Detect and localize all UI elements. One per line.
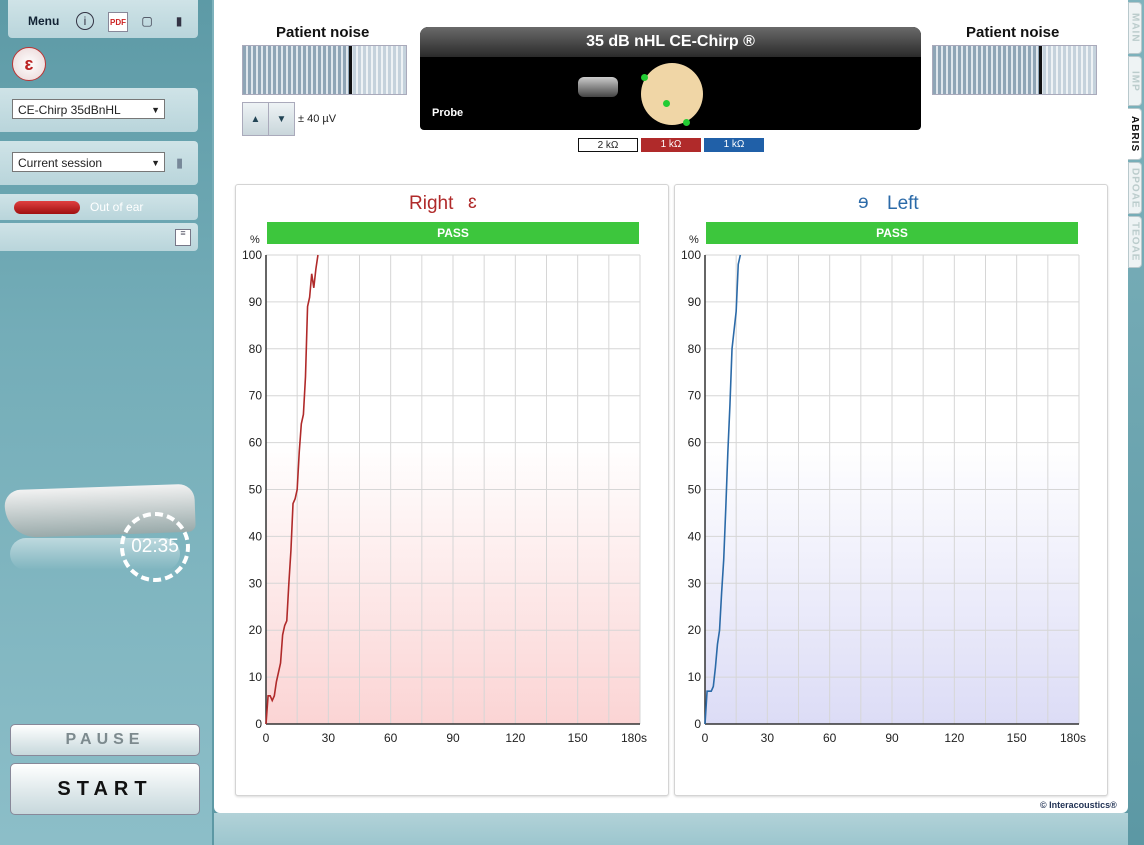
x-tick-label: 150: [568, 731, 588, 745]
x-tick-label: 30: [761, 731, 775, 745]
noise-down-button[interactable]: ▼: [268, 102, 295, 136]
pause-button[interactable]: PAUSE: [10, 724, 200, 756]
y-tick-label: 0: [255, 717, 262, 731]
x-tick-label: 0: [263, 731, 270, 745]
tab-main[interactable]: MAIN: [1128, 2, 1142, 54]
y-tick-label: 80: [249, 342, 263, 356]
impedance-black: 2 kΩ: [578, 138, 638, 152]
plug-icon[interactable]: ▮: [176, 155, 183, 171]
session-select-value: Current session: [18, 156, 103, 170]
probe-status-panel: 35 dB nHL CE-Chirp ® Probe: [420, 27, 921, 130]
y-tick-label: 60: [249, 436, 263, 450]
y-tick-label: 90: [249, 295, 263, 309]
y-axis-unit: %: [250, 234, 260, 246]
x-tick-label: 150: [1007, 731, 1027, 745]
x-tick-label: 60: [384, 731, 398, 745]
session-select[interactable]: Current session ▼: [12, 152, 165, 172]
left-chart: 0 10 20 30 40 50 60 70 80 90 100 0 30 60 90 120 150 180s%: [681, 234, 1086, 745]
y-tick-label: 50: [688, 483, 702, 497]
y-axis-unit: %: [689, 234, 699, 246]
y-tick-label: 30: [249, 576, 263, 590]
right-chart: 0 10 20 30 40 50 60 70 80 90 100 0 30 60 90 120 150 180s%: [242, 234, 647, 745]
y-tick-label: 0: [694, 717, 701, 731]
chevron-down-icon: ▼: [151, 105, 160, 115]
electrode-dot: [663, 100, 670, 107]
session-box: Current session ▼ ▮: [0, 141, 198, 185]
y-tick-label: 10: [688, 670, 702, 684]
x-tick-label: 180s: [621, 731, 647, 745]
patient-noise-left-meter: [242, 45, 407, 95]
menu-button[interactable]: Menu: [28, 14, 59, 28]
x-tick-label: 90: [446, 731, 460, 745]
electrode-dot: [641, 74, 648, 81]
y-tick-label: 90: [688, 295, 702, 309]
y-tick-label: 50: [249, 483, 263, 497]
impedance-red: 1 kΩ: [641, 138, 701, 152]
y-tick-label: 100: [681, 248, 701, 262]
y-tick-label: 80: [688, 342, 702, 356]
x-tick-label: 0: [702, 731, 709, 745]
x-tick-label: 120: [944, 731, 964, 745]
left-ear-icon: ɘ: [858, 192, 869, 213]
notes-icon[interactable]: ≡: [175, 229, 191, 246]
footer-bar: [214, 813, 1128, 845]
patient-head-icon: [641, 63, 703, 125]
right-ear-icon: ɛ: [468, 192, 477, 213]
stimulus-title: 35 dB nHL CE-Chirp ®: [420, 27, 921, 57]
y-tick-label: 60: [688, 436, 702, 450]
tab-imp[interactable]: IMP: [1128, 56, 1142, 106]
tab-abris[interactable]: ABRIS: [1128, 108, 1142, 160]
left-panel-title: Left: [887, 193, 919, 214]
chevron-down-icon: ▼: [151, 158, 160, 168]
notes-box: ≡: [0, 223, 198, 251]
patient-noise-left-title: Patient noise: [276, 24, 370, 41]
start-button[interactable]: START: [10, 763, 200, 815]
y-tick-label: 100: [242, 248, 262, 262]
protocol-select-value: CE-Chirp 35dBnHL: [18, 103, 121, 117]
x-tick-label: 180s: [1060, 731, 1086, 745]
menu-toolbar: Menu i PDF ▢ ▮: [8, 0, 198, 38]
timer-value: 02:35: [131, 536, 179, 557]
patient-noise-right-meter: [932, 45, 1097, 95]
y-tick-label: 20: [688, 623, 702, 637]
y-tick-label: 20: [249, 623, 263, 637]
save-icon[interactable]: ▢: [138, 12, 156, 30]
probe-status-indicator: [14, 201, 80, 214]
test-timer: 02:35: [120, 512, 190, 582]
y-tick-label: 40: [249, 529, 263, 543]
protocol-box: CE-Chirp 35dBnHL ▼: [0, 88, 198, 132]
patient-noise-right-title: Patient noise: [966, 24, 1060, 41]
noise-up-button[interactable]: ▲: [242, 102, 269, 136]
right-panel-title: Right: [409, 193, 454, 214]
y-tick-label: 10: [249, 670, 263, 684]
info-icon[interactable]: i: [76, 12, 94, 30]
probe-status-label: Out of ear: [90, 200, 144, 214]
protocol-select[interactable]: CE-Chirp 35dBnHL ▼: [12, 99, 165, 119]
probe-icon: [578, 77, 618, 97]
noise-level-label: ± 40 µV: [298, 113, 337, 125]
right-ear-icon[interactable]: ɛ: [12, 47, 46, 81]
left-sidebar: Menu i PDF ▢ ▮ ɛ CE-Chirp 35dBnHL ▼ Curr…: [0, 0, 212, 845]
y-tick-label: 70: [688, 389, 702, 403]
x-tick-label: 90: [885, 731, 899, 745]
y-tick-label: 30: [688, 576, 702, 590]
y-tick-label: 70: [249, 389, 263, 403]
tab-teoae[interactable]: TEOAE: [1128, 216, 1142, 268]
y-tick-label: 40: [688, 529, 702, 543]
exit-door-icon[interactable]: ▮: [170, 12, 188, 30]
tab-dpoae[interactable]: DPOAE: [1128, 162, 1142, 214]
brand-footer: © Interacoustics®: [1040, 800, 1117, 810]
probe-status-box: Out of ear: [0, 194, 198, 220]
pdf-icon[interactable]: PDF: [108, 12, 128, 32]
x-tick-label: 60: [823, 731, 837, 745]
probe-label: Probe: [432, 107, 464, 119]
impedance-blue: 1 kΩ: [704, 138, 764, 152]
x-tick-label: 120: [505, 731, 525, 745]
electrode-dot: [683, 119, 690, 126]
x-tick-label: 30: [322, 731, 336, 745]
